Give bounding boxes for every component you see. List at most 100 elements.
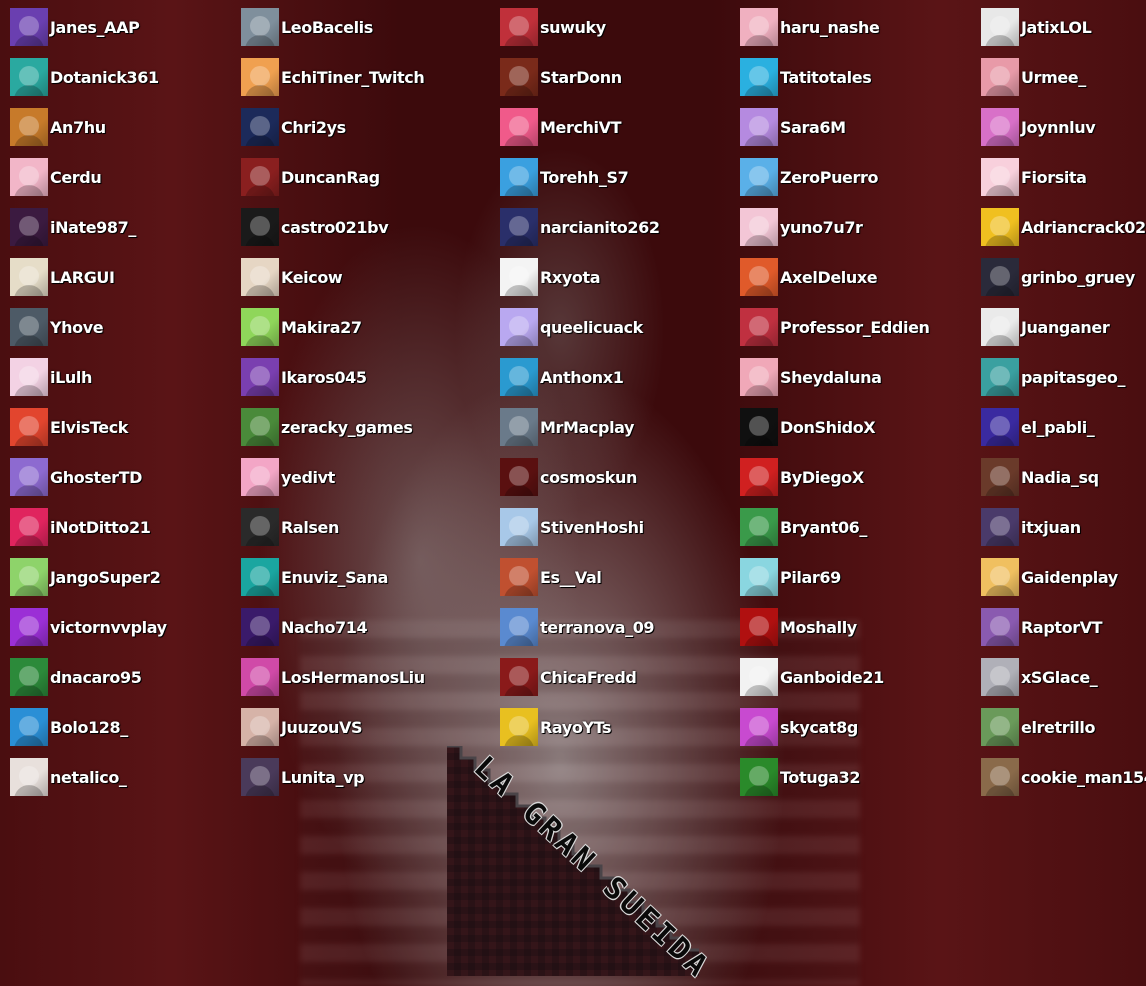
participant-entry: Es__Val <box>500 558 602 596</box>
participant-avatar <box>740 58 778 96</box>
participant-name: yedivt <box>281 467 335 487</box>
participant-name: Ikaros045 <box>281 367 367 387</box>
participant-avatar <box>241 358 279 396</box>
participant-entry: castro021bv <box>241 208 389 246</box>
participant-entry: Keicow <box>241 258 343 296</box>
participant-entry: Gaidenplay <box>981 558 1118 596</box>
participant-avatar <box>10 108 48 146</box>
participant-name: narcianito262 <box>540 217 660 237</box>
participant-name: terranova_09 <box>540 617 655 637</box>
participant-entry: Cerdu <box>10 158 102 196</box>
participant-avatar <box>500 608 538 646</box>
participant-entry: Nadia_sq <box>981 458 1099 496</box>
participant-avatar <box>500 408 538 446</box>
participant-avatar <box>740 558 778 596</box>
participant-avatar <box>500 208 538 246</box>
participant-avatar <box>241 458 279 496</box>
participant-name: queelicuack <box>540 317 643 337</box>
participant-entry: RayoYTs <box>500 708 612 746</box>
participant-entry: Fiorsita <box>981 158 1087 196</box>
participant-entry: terranova_09 <box>500 608 655 646</box>
participant-name: Bolo128_ <box>50 717 128 737</box>
participant-name: skycat8g <box>780 717 858 737</box>
participant-name: DuncanRag <box>281 167 380 187</box>
participant-name: xSGlace_ <box>1021 667 1098 687</box>
participant-name: victornvvplay <box>50 617 167 637</box>
participant-name: castro021bv <box>281 217 389 237</box>
participant-avatar <box>500 158 538 196</box>
participant-name: suwuky <box>540 17 606 37</box>
participant-name: iLulh <box>50 367 92 387</box>
participant-entry: ByDiegoX <box>740 458 864 496</box>
participant-avatar <box>10 708 48 746</box>
participant-entry: DonShidoX <box>740 408 876 446</box>
participant-name: AxelDeluxe <box>780 267 878 287</box>
participant-entry: cookie_man154 <box>981 758 1146 796</box>
participant-name: Juanganer <box>1021 317 1110 337</box>
participant-entry: ChicaFredd <box>500 658 637 696</box>
participant-avatar <box>10 408 48 446</box>
participant-entry: DuncanRag <box>241 158 380 196</box>
participant-avatar <box>241 58 279 96</box>
participant-entry: yedivt <box>241 458 335 496</box>
participant-name: StarDonn <box>540 67 622 87</box>
participant-name: Lunita_vp <box>281 767 365 787</box>
participant-name: Makira27 <box>281 317 362 337</box>
participant-entry: Sara6M <box>740 108 846 146</box>
participant-avatar <box>241 8 279 46</box>
participant-name: Anthonx1 <box>540 367 624 387</box>
participant-name: GhosterTD <box>50 467 143 487</box>
participant-entry: iLulh <box>10 358 92 396</box>
participant-avatar <box>241 508 279 546</box>
participant-avatar <box>10 208 48 246</box>
participant-avatar <box>981 158 1019 196</box>
participant-entry: Bolo128_ <box>10 708 128 746</box>
participant-name: LosHermanosLiu <box>281 667 425 687</box>
participant-avatar <box>981 208 1019 246</box>
participant-name: Keicow <box>281 267 343 287</box>
participant-avatar <box>500 308 538 346</box>
participant-entry: Moshally <box>740 608 857 646</box>
participant-avatar <box>981 8 1019 46</box>
participant-entry: queelicuack <box>500 308 643 346</box>
participant-avatar <box>981 458 1019 496</box>
participant-avatar <box>10 458 48 496</box>
participant-name: netalico_ <box>50 767 127 787</box>
participant-name: Cerdu <box>50 167 102 187</box>
participant-name: LeoBacelis <box>281 17 373 37</box>
participant-entry: narcianito262 <box>500 208 660 246</box>
participant-name: iNotDitto21 <box>50 517 151 537</box>
participant-name: Totuga32 <box>780 767 861 787</box>
participant-avatar <box>740 358 778 396</box>
participant-avatar <box>981 608 1019 646</box>
participant-avatar <box>500 458 538 496</box>
participant-entry: Nacho714 <box>241 608 368 646</box>
participant-name: itxjuan <box>1021 517 1081 537</box>
participant-avatar <box>500 58 538 96</box>
participant-entry: GhosterTD <box>10 458 142 496</box>
participant-name: Pilar69 <box>780 567 841 587</box>
participant-avatar <box>981 308 1019 346</box>
participant-entry: ElvisTeck <box>10 408 128 446</box>
participant-avatar <box>981 108 1019 146</box>
participant-avatar <box>241 408 279 446</box>
participant-entry: Ralsen <box>241 508 339 546</box>
participant-name: Joynnluv <box>1021 117 1096 137</box>
participant-name: Sara6M <box>780 117 846 137</box>
participant-name: Bryant06_ <box>780 517 868 537</box>
participant-avatar <box>740 608 778 646</box>
participant-name: StivenHoshi <box>540 517 644 537</box>
participant-name: ChicaFredd <box>540 667 637 687</box>
participant-avatar <box>500 258 538 296</box>
participant-entry: Chri2ys <box>241 108 346 146</box>
participant-avatar <box>740 8 778 46</box>
participant-avatar <box>981 58 1019 96</box>
participant-avatar <box>500 8 538 46</box>
participant-entry: skycat8g <box>740 708 858 746</box>
participant-avatar <box>241 258 279 296</box>
participant-entry: Adriancrack02 <box>981 208 1146 246</box>
participant-name: yuno7u7r <box>780 217 863 237</box>
participant-entry: Pilar69 <box>740 558 841 596</box>
participant-entry: StarDonn <box>500 58 622 96</box>
participant-avatar <box>241 658 279 696</box>
